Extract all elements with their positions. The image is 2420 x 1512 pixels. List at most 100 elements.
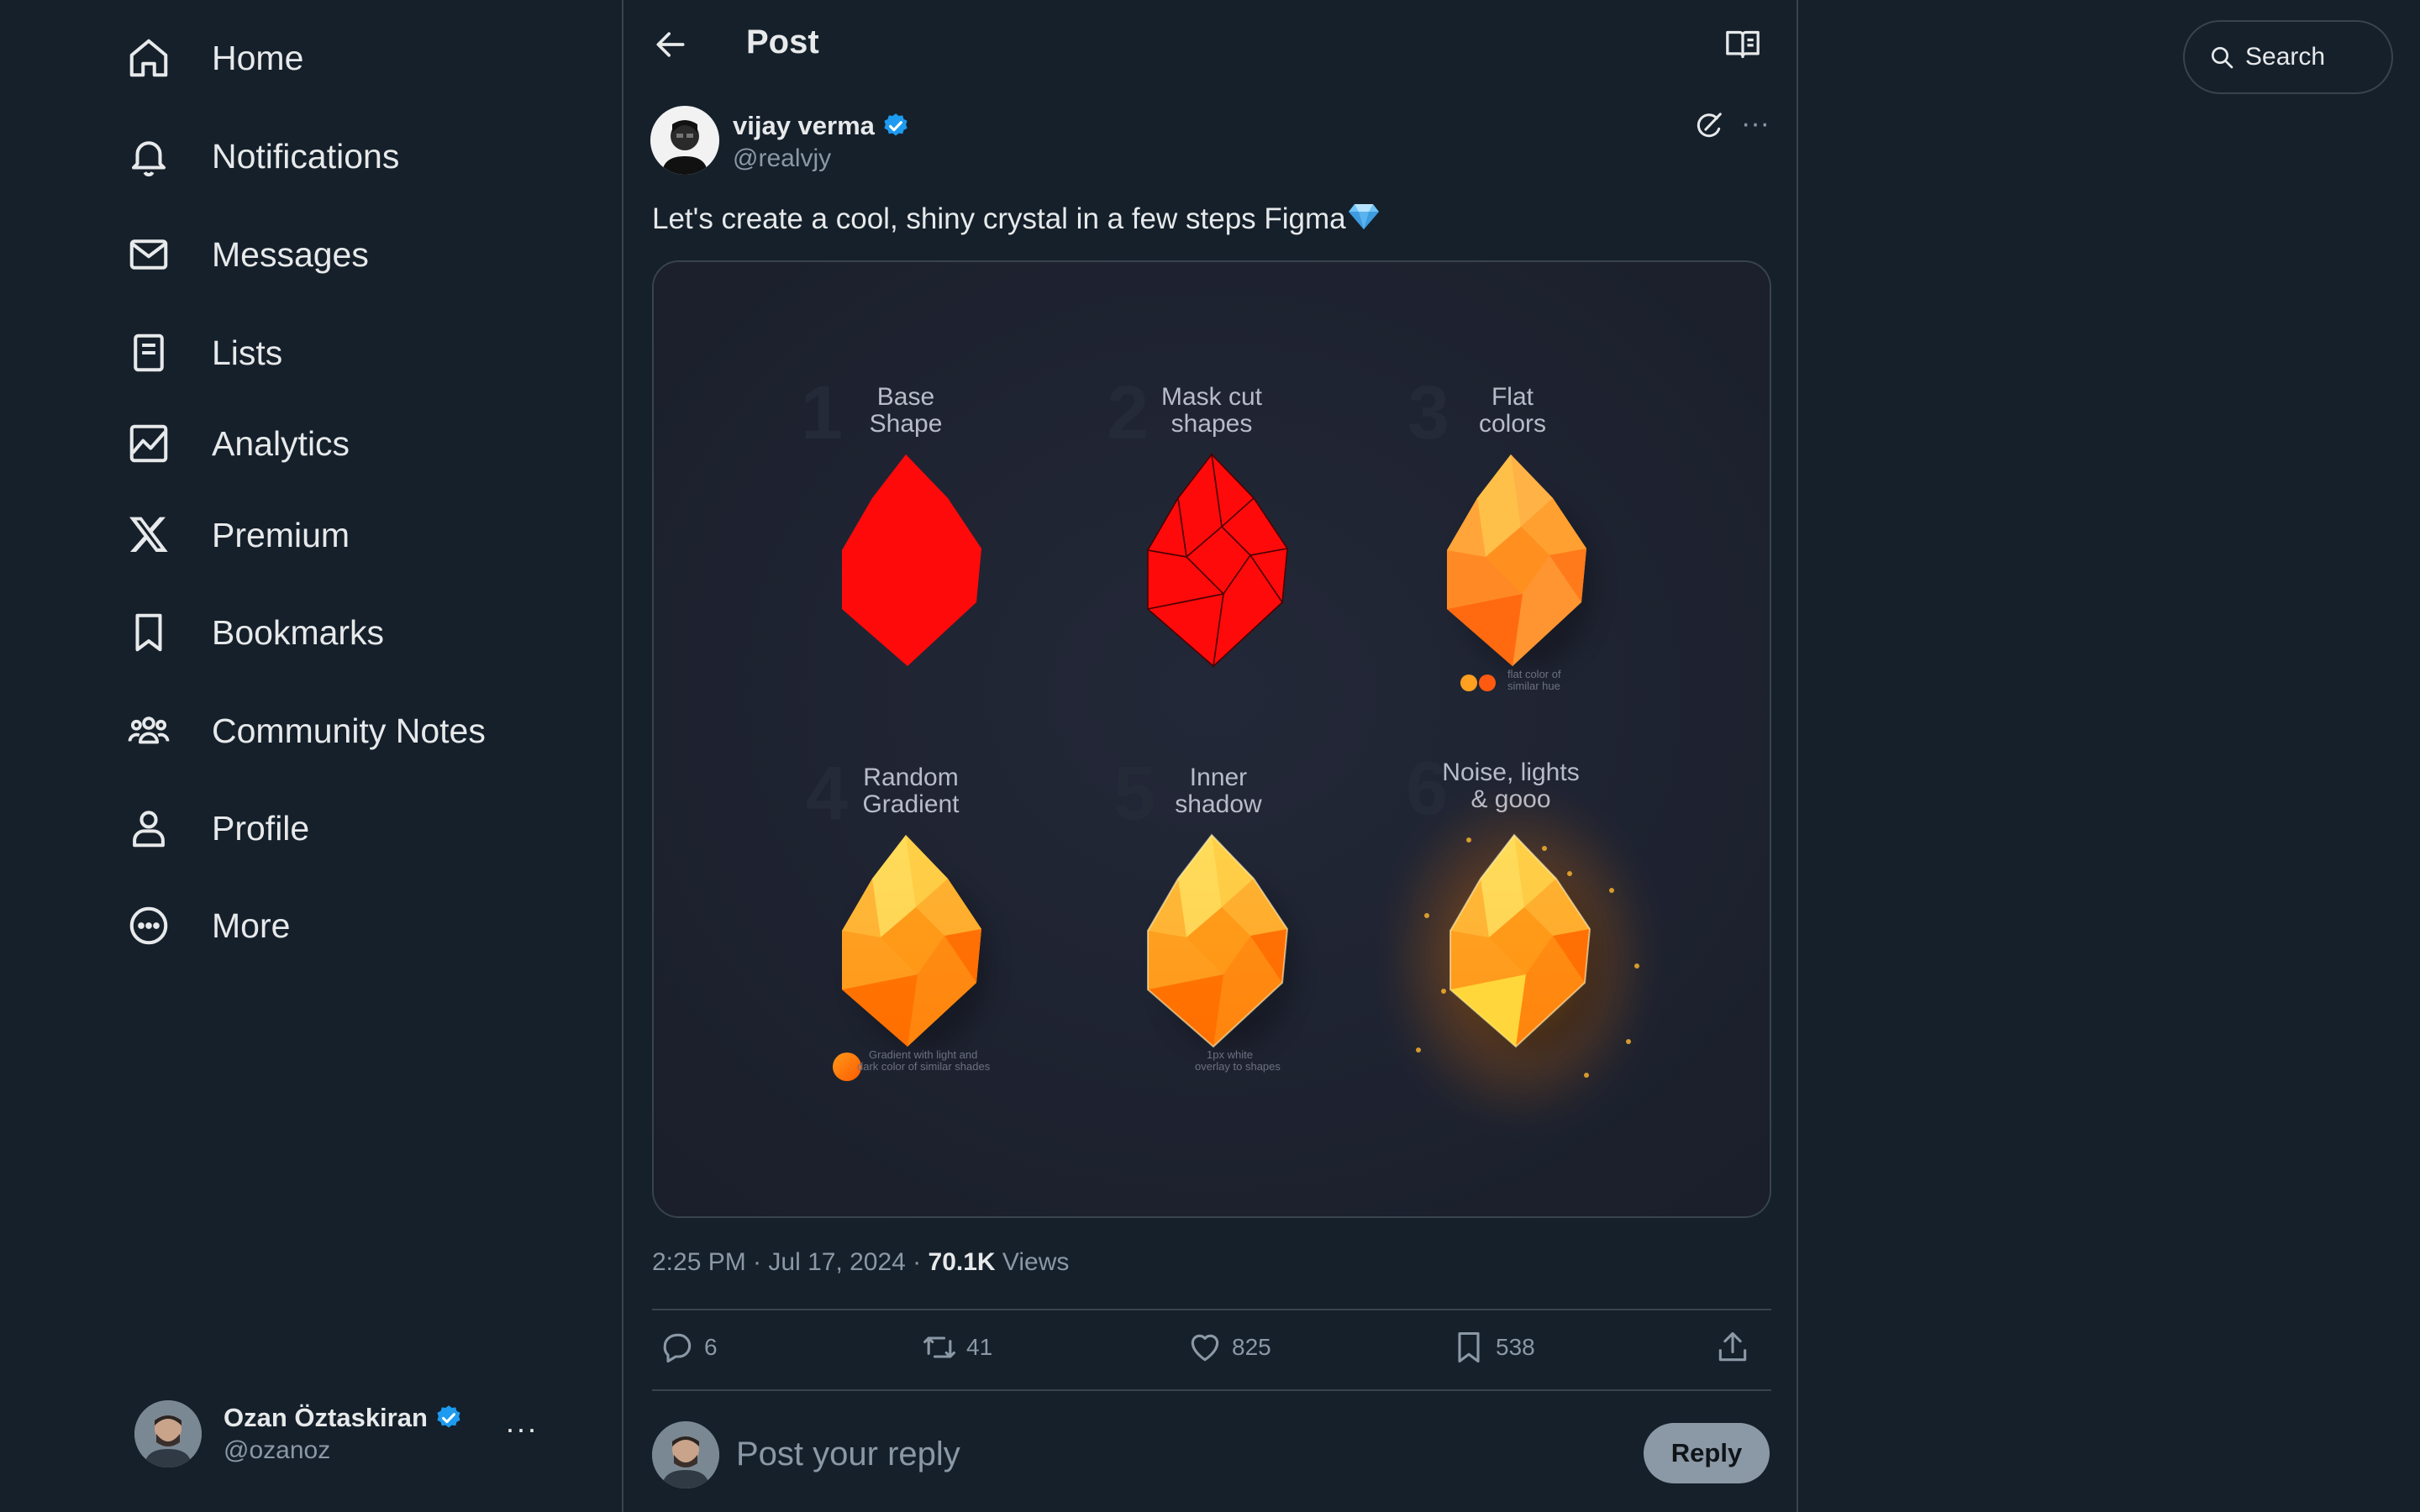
nav-label-profile: Profile — [212, 808, 310, 848]
account-handle: @ozanoz — [224, 1436, 331, 1464]
post-text-body: Let's create a cool, shiny crystal in a … — [652, 202, 1346, 235]
nav-label-lists: Lists — [212, 333, 283, 372]
post-image[interactable]: 1 Base Shape 2 Mask cut shapes 3 Flat colors flat… — [652, 260, 1771, 1218]
nav-item-messages[interactable]: Messages — [126, 217, 369, 292]
author-avatar[interactable] — [650, 106, 719, 175]
reply-icon — [663, 1333, 692, 1363]
nav-label-bookmarks: Bookmarks — [212, 612, 385, 652]
nav-item-community-notes[interactable]: Community Notes — [126, 693, 486, 769]
step-note-line2: similar hue — [1507, 680, 1560, 692]
nav-item-premium[interactable]: Premium — [126, 497, 350, 573]
nav-item-lists[interactable]: Lists — [126, 315, 282, 391]
reply-count: 6 — [704, 1334, 718, 1360]
spark — [1424, 913, 1429, 918]
share-icon — [1718, 1331, 1747, 1362]
x-logo-icon — [129, 517, 168, 553]
heart-icon — [1191, 1334, 1219, 1362]
step-title-line2: shadow — [1175, 790, 1262, 818]
bookmark-count: 538 — [1496, 1334, 1535, 1360]
repost-count: 41 — [966, 1334, 993, 1360]
reader-mode-icon[interactable] — [1724, 28, 1761, 61]
post-actions: 6 41 825 538 — [652, 1310, 1771, 1389]
community-icon — [128, 717, 170, 744]
like-action[interactable]: 825 — [1186, 1329, 1271, 1366]
reply-composer: Reply — [652, 1420, 1771, 1488]
author-handle[interactable]: @realvjy — [733, 144, 910, 173]
author-name[interactable]: vijay verma — [733, 111, 875, 141]
page-header: Post — [623, 0, 1797, 89]
repost-action[interactable]: 41 — [921, 1329, 992, 1366]
bell-icon — [131, 141, 166, 176]
views-label: Views — [995, 1248, 1070, 1276]
step-note-line1: Gradient with light and — [869, 1048, 977, 1061]
more-circle-icon — [129, 906, 168, 945]
search-icon — [2212, 47, 2233, 69]
step-title-line2: Shape — [870, 410, 943, 438]
nav-item-bookmarks[interactable]: Bookmarks — [126, 595, 384, 670]
nav-item-home[interactable]: Home — [126, 20, 303, 96]
reply-input[interactable] — [736, 1428, 1408, 1480]
list-icon — [134, 333, 164, 372]
step-title-line1: Base — [877, 383, 934, 411]
spark — [1416, 1047, 1421, 1053]
share-action[interactable] — [1714, 1329, 1751, 1366]
analytics-icon — [129, 424, 168, 463]
bookmark-action[interactable]: 538 — [1450, 1329, 1535, 1366]
post-more-icon[interactable]: ··· — [1741, 108, 1770, 140]
grok-icon[interactable] — [1692, 109, 1726, 143]
step-number: 5 — [1113, 752, 1155, 836]
crystal-steps-illustration: 1 BaseShape 2 Mask cutshapes 3 Flatcolors flat… — [654, 262, 1770, 1216]
spark — [1634, 963, 1639, 969]
spark — [1466, 837, 1471, 843]
post-author[interactable]: vijay verma @realvjy — [650, 106, 910, 175]
envelope-icon — [129, 239, 168, 270]
primary-nav: Home Notifications Messages Lists Analyt… — [0, 0, 622, 1512]
step-note-line2: dark color of similar shades — [857, 1060, 991, 1073]
nav-label-premium: Premium — [212, 515, 350, 554]
step-note-line1: flat color of — [1507, 668, 1561, 680]
color-swatch — [1460, 675, 1477, 691]
spark — [1609, 888, 1614, 893]
account-name: Ozan Öztaskiran — [224, 1403, 428, 1432]
account-name-row: Ozan Öztaskiran — [224, 1403, 463, 1433]
nav-item-notifications[interactable]: Notifications — [126, 118, 399, 194]
step-title-line2: shapes — [1171, 410, 1253, 438]
nav-label-community-notes: Community Notes — [212, 711, 486, 750]
page-title: Post — [746, 24, 819, 60]
step-number: 1 — [801, 371, 843, 455]
nav-item-more[interactable]: More — [126, 888, 290, 963]
post-timestamp[interactable]: 2:25 PM · Jul 17, 2024 · — [652, 1248, 929, 1276]
nav-item-profile[interactable]: Profile — [126, 790, 309, 866]
bookmark-icon — [135, 613, 162, 652]
author-info: vijay verma @realvjy — [733, 106, 910, 173]
post-meta: 2:25 PM · Jul 17, 2024 · 70.1K Views — [652, 1248, 1069, 1277]
search-box[interactable]: Search — [2183, 20, 2393, 94]
step-note-line2: overlay to shapes — [1195, 1060, 1281, 1073]
spark — [1626, 1039, 1631, 1044]
like-count: 825 — [1232, 1334, 1271, 1360]
step-title-line2: colors — [1479, 410, 1546, 438]
step-number: 4 — [806, 752, 848, 836]
nav-label-home: Home — [212, 38, 304, 77]
color-swatch — [1479, 675, 1496, 691]
account-avatar — [134, 1400, 202, 1467]
back-arrow-icon[interactable] — [652, 26, 689, 63]
step-title-line1: Flat — [1491, 383, 1534, 411]
views-count: 70.1K — [928, 1248, 996, 1276]
spark — [1441, 989, 1446, 994]
nav-label-analytics: Analytics — [212, 423, 350, 463]
account-switcher[interactable]: Ozan Öztaskiran @ozanoz ··· — [134, 1398, 538, 1470]
person-icon — [133, 811, 165, 848]
spark — [1584, 1073, 1589, 1078]
nav-item-analytics[interactable]: Analytics — [126, 406, 350, 481]
account-more-icon[interactable]: ··· — [505, 1411, 538, 1446]
gem-icon — [1348, 204, 1379, 229]
search-label: Search — [2245, 43, 2326, 71]
reply-button[interactable]: Reply — [1644, 1423, 1770, 1483]
composer-avatar — [652, 1421, 719, 1488]
app-root: Home Notifications Messages Lists Analyt… — [0, 0, 2420, 1512]
repost-icon — [923, 1336, 955, 1358]
account-info: Ozan Öztaskiran @ozanoz — [224, 1403, 463, 1465]
step-title-line1: Mask cut — [1161, 383, 1263, 411]
reply-action[interactable]: 6 — [659, 1329, 718, 1366]
